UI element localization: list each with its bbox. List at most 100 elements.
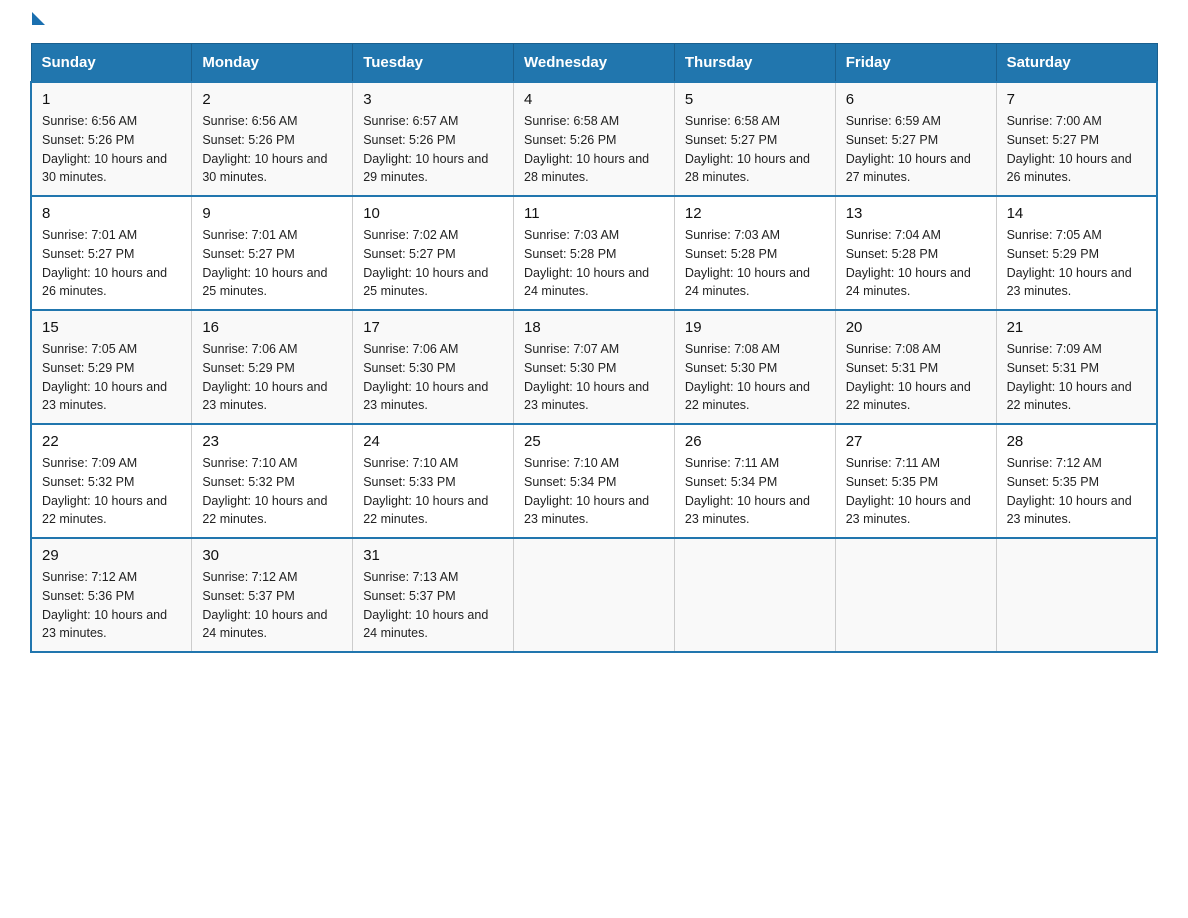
day-number: 21: [1007, 319, 1146, 336]
day-cell: 9Sunrise: 7:01 AMSunset: 5:27 PMDaylight…: [192, 196, 353, 310]
day-number: 31: [363, 547, 503, 564]
day-cell: 8 Sunrise: 7:01 AMSunset: 5:27 PMDaylight…: [31, 196, 192, 310]
day-cell: 17 Sunrise: 7:06 AMSunset: 5:30 PMDayligh…: [353, 310, 514, 424]
day-cell: 3Sunrise: 6:57 AMSunset: 5:26 PMDaylight…: [353, 82, 514, 196]
day-cell: 6 Sunrise: 6:59 AMSunset: 5:27 PMDaylight…: [835, 82, 996, 196]
day-cell: 11 Sunrise: 7:03 AMSunset: 5:28 PMDayligh…: [514, 196, 675, 310]
header-cell-thursday: Thursday: [674, 44, 835, 83]
logo: [30, 20, 45, 25]
day-info: Sunrise: 7:10 AMSunset: 5:32 PMDaylight:…: [202, 454, 342, 529]
day-number: 7: [1007, 91, 1146, 108]
day-info: Sunrise: 6:56 AMSunset: 5:26 PMDaylight:…: [42, 112, 181, 187]
day-info: Sunrise: 7:12 AMSunset: 5:37 PMDaylight:…: [202, 568, 342, 643]
day-cell: 7 Sunrise: 7:00 AMSunset: 5:27 PMDaylight…: [996, 82, 1157, 196]
day-cell: 10 Sunrise: 7:02 AMSunset: 5:27 PMDayligh…: [353, 196, 514, 310]
day-cell: 19Sunrise: 7:08 AMSunset: 5:30 PMDayligh…: [674, 310, 835, 424]
day-info: Sunrise: 7:09 AMSunset: 5:31 PMDaylight:…: [1007, 340, 1146, 415]
day-cell: 16Sunrise: 7:06 AMSunset: 5:29 PMDayligh…: [192, 310, 353, 424]
calendar-header: SundayMondayTuesdayWednesdayThursdayFrid…: [31, 44, 1157, 83]
day-number: 9: [202, 205, 342, 222]
day-cell: 4Sunrise: 6:58 AMSunset: 5:26 PMDaylight…: [514, 82, 675, 196]
day-number: 29: [42, 547, 181, 564]
day-number: 17: [363, 319, 503, 336]
page-header: [30, 20, 1158, 25]
day-info: Sunrise: 7:03 AMSunset: 5:28 PMDaylight:…: [524, 226, 664, 301]
day-number: 5: [685, 91, 825, 108]
day-number: 23: [202, 433, 342, 450]
header-cell-tuesday: Tuesday: [353, 44, 514, 83]
day-info: Sunrise: 7:12 AMSunset: 5:36 PMDaylight:…: [42, 568, 181, 643]
day-number: 11: [524, 205, 664, 222]
day-number: 12: [685, 205, 825, 222]
week-row-1: 1Sunrise: 6:56 AMSunset: 5:26 PMDaylight…: [31, 82, 1157, 196]
day-number: 25: [524, 433, 664, 450]
day-cell: 1Sunrise: 6:56 AMSunset: 5:26 PMDaylight…: [31, 82, 192, 196]
day-number: 6: [846, 91, 986, 108]
day-info: Sunrise: 7:10 AMSunset: 5:34 PMDaylight:…: [524, 454, 664, 529]
day-number: 2: [202, 91, 342, 108]
day-cell: 27Sunrise: 7:11 AMSunset: 5:35 PMDayligh…: [835, 424, 996, 538]
day-number: 3: [363, 91, 503, 108]
day-number: 20: [846, 319, 986, 336]
day-cell: [674, 538, 835, 652]
day-number: 13: [846, 205, 986, 222]
week-row-3: 15 Sunrise: 7:05 AMSunset: 5:29 PMDayligh…: [31, 310, 1157, 424]
day-cell: 23 Sunrise: 7:10 AMSunset: 5:32 PMDayligh…: [192, 424, 353, 538]
day-number: 30: [202, 547, 342, 564]
day-cell: 24 Sunrise: 7:10 AMSunset: 5:33 PMDayligh…: [353, 424, 514, 538]
day-number: 15: [42, 319, 181, 336]
logo-triangle-icon: [32, 12, 45, 25]
day-cell: 25 Sunrise: 7:10 AMSunset: 5:34 PMDayligh…: [514, 424, 675, 538]
day-info: Sunrise: 7:02 AMSunset: 5:27 PMDaylight:…: [363, 226, 503, 301]
day-info: Sunrise: 7:03 AMSunset: 5:28 PMDaylight:…: [685, 226, 825, 301]
header-row: SundayMondayTuesdayWednesdayThursdayFrid…: [31, 44, 1157, 83]
day-cell: 28 Sunrise: 7:12 AMSunset: 5:35 PMDayligh…: [996, 424, 1157, 538]
day-cell: [835, 538, 996, 652]
header-cell-monday: Monday: [192, 44, 353, 83]
day-info: Sunrise: 7:10 AMSunset: 5:33 PMDaylight:…: [363, 454, 503, 529]
day-cell: 26 Sunrise: 7:11 AMSunset: 5:34 PMDayligh…: [674, 424, 835, 538]
day-info: Sunrise: 7:07 AMSunset: 5:30 PMDaylight:…: [524, 340, 664, 415]
day-number: 18: [524, 319, 664, 336]
day-number: 27: [846, 433, 986, 450]
day-number: 10: [363, 205, 503, 222]
day-cell: 12 Sunrise: 7:03 AMSunset: 5:28 PMDayligh…: [674, 196, 835, 310]
day-info: Sunrise: 7:09 AMSunset: 5:32 PMDaylight:…: [42, 454, 181, 529]
day-info: Sunrise: 7:12 AMSunset: 5:35 PMDaylight:…: [1007, 454, 1146, 529]
day-cell: 15 Sunrise: 7:05 AMSunset: 5:29 PMDayligh…: [31, 310, 192, 424]
day-cell: 13 Sunrise: 7:04 AMSunset: 5:28 PMDayligh…: [835, 196, 996, 310]
day-info: Sunrise: 6:58 AMSunset: 5:26 PMDaylight:…: [524, 112, 664, 187]
day-cell: 5 Sunrise: 6:58 AMSunset: 5:27 PMDaylight…: [674, 82, 835, 196]
calendar-table: SundayMondayTuesdayWednesdayThursdayFrid…: [30, 43, 1158, 653]
week-row-4: 22 Sunrise: 7:09 AMSunset: 5:32 PMDayligh…: [31, 424, 1157, 538]
day-info: Sunrise: 7:13 AMSunset: 5:37 PMDaylight:…: [363, 568, 503, 643]
day-info: Sunrise: 7:05 AMSunset: 5:29 PMDaylight:…: [1007, 226, 1146, 301]
day-number: 22: [42, 433, 181, 450]
day-info: Sunrise: 7:04 AMSunset: 5:28 PMDaylight:…: [846, 226, 986, 301]
day-cell: 2 Sunrise: 6:56 AMSunset: 5:26 PMDaylight…: [192, 82, 353, 196]
day-number: 28: [1007, 433, 1146, 450]
day-number: 8: [42, 205, 181, 222]
day-cell: 30 Sunrise: 7:12 AMSunset: 5:37 PMDayligh…: [192, 538, 353, 652]
day-info: Sunrise: 7:00 AMSunset: 5:27 PMDaylight:…: [1007, 112, 1146, 187]
header-cell-wednesday: Wednesday: [514, 44, 675, 83]
day-number: 26: [685, 433, 825, 450]
day-number: 24: [363, 433, 503, 450]
header-cell-friday: Friday: [835, 44, 996, 83]
day-info: Sunrise: 7:01 AMSunset: 5:27 PMDaylight:…: [42, 226, 181, 301]
day-number: 19: [685, 319, 825, 336]
day-info: Sunrise: 7:05 AMSunset: 5:29 PMDaylight:…: [42, 340, 181, 415]
day-cell: [514, 538, 675, 652]
calendar-body: 1Sunrise: 6:56 AMSunset: 5:26 PMDaylight…: [31, 82, 1157, 652]
day-info: Sunrise: 7:06 AMSunset: 5:29 PMDaylight:…: [202, 340, 342, 415]
day-cell: 18 Sunrise: 7:07 AMSunset: 5:30 PMDayligh…: [514, 310, 675, 424]
day-cell: 29 Sunrise: 7:12 AMSunset: 5:36 PMDayligh…: [31, 538, 192, 652]
day-cell: 22 Sunrise: 7:09 AMSunset: 5:32 PMDayligh…: [31, 424, 192, 538]
day-info: Sunrise: 6:58 AMSunset: 5:27 PMDaylight:…: [685, 112, 825, 187]
day-info: Sunrise: 6:56 AMSunset: 5:26 PMDaylight:…: [202, 112, 342, 187]
day-info: Sunrise: 7:06 AMSunset: 5:30 PMDaylight:…: [363, 340, 503, 415]
day-cell: 31 Sunrise: 7:13 AMSunset: 5:37 PMDayligh…: [353, 538, 514, 652]
day-info: Sunrise: 6:59 AMSunset: 5:27 PMDaylight:…: [846, 112, 986, 187]
day-cell: 14Sunrise: 7:05 AMSunset: 5:29 PMDayligh…: [996, 196, 1157, 310]
day-info: Sunrise: 7:11 AMSunset: 5:34 PMDaylight:…: [685, 454, 825, 529]
